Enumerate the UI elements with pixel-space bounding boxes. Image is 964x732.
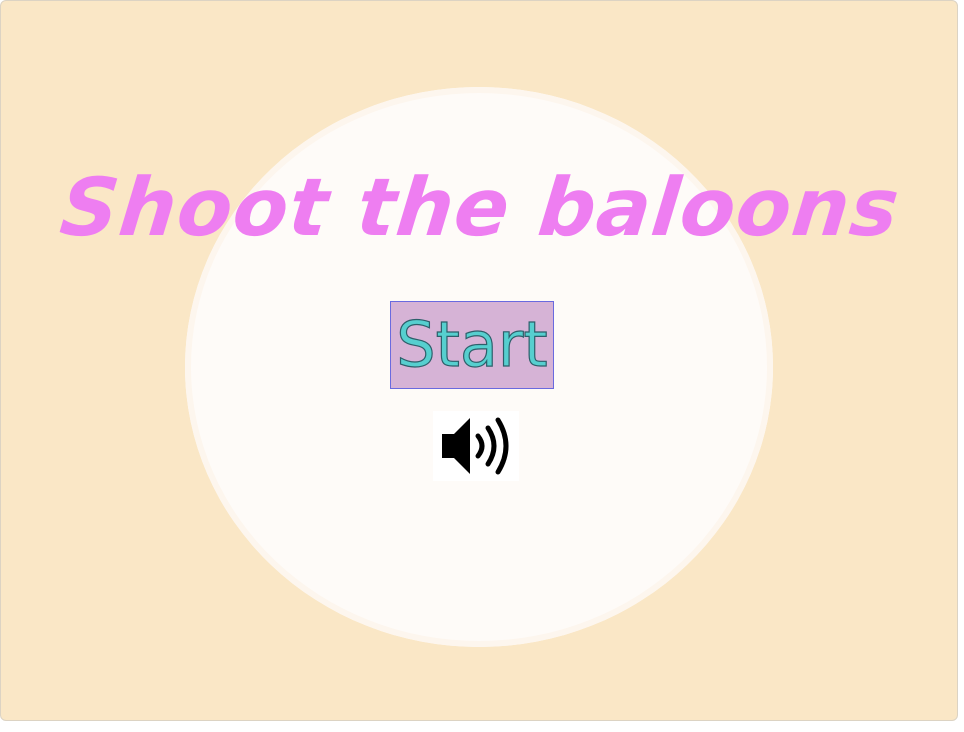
speaker-body	[442, 418, 470, 474]
sound-wave-large	[495, 417, 509, 475]
start-button[interactable]: Start	[390, 301, 554, 389]
sound-wave-small	[475, 433, 485, 459]
sound-toggle-button[interactable]	[433, 411, 519, 481]
speaker-volume-icon	[442, 417, 509, 475]
sound-wave-medium	[485, 425, 497, 467]
game-frame: Shoot the baloons Start	[0, 0, 958, 721]
game-title: Shoot the baloons	[56, 161, 904, 254]
